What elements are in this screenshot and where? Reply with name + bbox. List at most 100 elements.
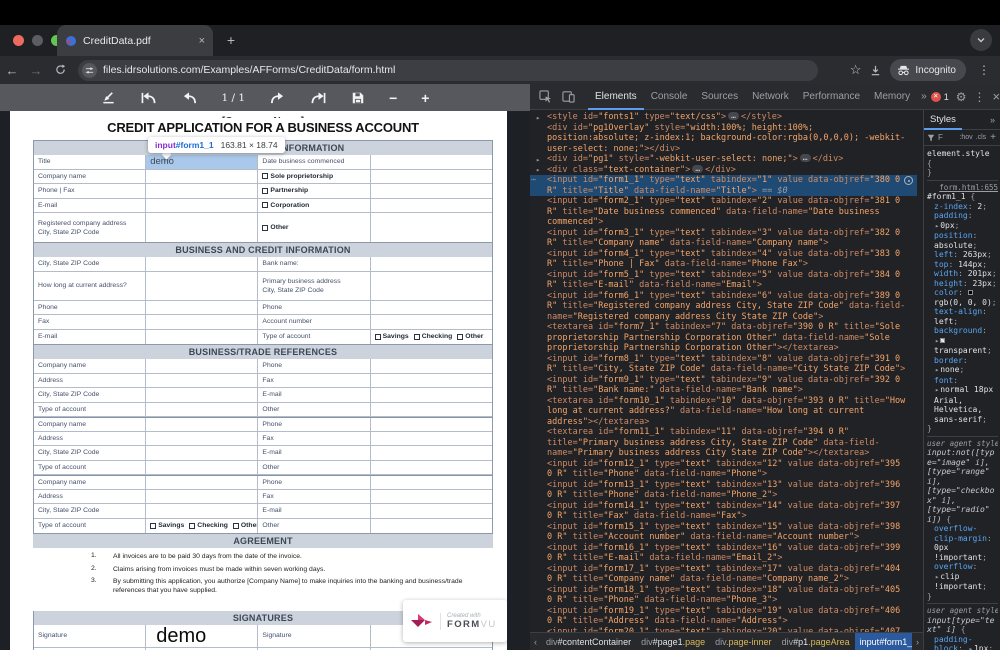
form-input[interactable] (146, 170, 258, 184)
dom-tree-node[interactable]: <input id="form16_1" type="text" tabinde… (530, 543, 917, 564)
checkbox-option[interactable]: Sole proprietorship (262, 173, 333, 180)
minimize-window-button[interactable] (32, 35, 43, 46)
style-property[interactable]: padding-block: ▸1px; (927, 635, 998, 650)
devtools-settings-icon[interactable]: ⚙ (956, 90, 967, 104)
checkbox-icon[interactable] (150, 523, 156, 529)
browser-menu-icon[interactable]: ⋮ (974, 63, 994, 77)
form-input[interactable] (371, 257, 492, 271)
style-property[interactable]: padding: ▸0px; (927, 211, 998, 231)
breadcrumb-item[interactable]: input#form1_1 (855, 633, 912, 650)
dom-tree-node[interactable]: ▸<div id="pg1" style="-webkit-user-selec… (530, 154, 917, 165)
device-toolbar-button[interactable] (557, 90, 580, 103)
form-input[interactable] (146, 432, 258, 446)
form-input[interactable] (371, 418, 492, 431)
checkbox-icon[interactable] (457, 334, 463, 340)
save-button[interactable] (351, 91, 365, 105)
checkbox-option[interactable]: Checking (189, 522, 228, 529)
style-property[interactable]: color: rgb(0, 0, 0); (927, 288, 998, 307)
dom-tree-node[interactable]: <input id="form14_1" type="text" tabinde… (530, 501, 917, 522)
devtools-tab-elements[interactable]: Elements (588, 84, 644, 110)
checkbox-option[interactable]: Savings (150, 522, 184, 529)
back-button[interactable]: ← (0, 63, 24, 78)
form-input[interactable] (146, 272, 258, 300)
dom-tree-node[interactable]: ▸<div class="text-container">…</div> (530, 165, 917, 176)
form-input[interactable] (146, 374, 258, 388)
dom-tree-node[interactable]: ▸<style id="fonts1" type="text/css">…</s… (530, 112, 917, 123)
redo-button[interactable] (269, 91, 286, 105)
form-input[interactable] (371, 155, 492, 169)
dom-tree-node[interactable]: <input id="form3_1" type="text" tabindex… (530, 228, 917, 249)
form-input[interactable] (371, 272, 492, 300)
style-rule[interactable]: user agent stylesheetinput:not([type="im… (927, 439, 998, 605)
form-input[interactable] (371, 403, 492, 417)
tab-search-button[interactable] (970, 29, 992, 51)
new-tab-button[interactable]: + (222, 31, 240, 49)
zoom-in-button[interactable]: + (421, 91, 429, 105)
style-rule[interactable]: user agent stylesheetinput[type="text" i… (927, 606, 998, 650)
address-bar[interactable]: files.idrsolutions.com/Examples/AFForms/… (78, 60, 818, 81)
dom-tree-node[interactable]: <input id="form1_1" type="text" tabindex… (530, 175, 917, 196)
dom-tree-node[interactable]: <input id="form12_1" type="text" tabinde… (530, 459, 917, 480)
form-input[interactable] (146, 315, 258, 329)
form-input[interactable] (371, 213, 492, 242)
forward-button[interactable]: → (24, 63, 48, 78)
form-input[interactable] (146, 184, 258, 198)
form-input[interactable] (371, 315, 492, 329)
devtools-tab-memory[interactable]: Memory (867, 84, 917, 110)
style-property[interactable]: top: 144px; (927, 260, 998, 270)
dom-tree-node[interactable]: <input id="form17_1" type="text" tabinde… (530, 564, 917, 585)
style-property[interactable]: border: ▸none; (927, 356, 998, 376)
checkbox-icon[interactable] (262, 225, 268, 231)
dom-tree-node[interactable]: <textarea id="form10_1" tabindex="10" da… (530, 396, 917, 428)
inspect-element-button[interactable] (534, 90, 557, 103)
form-input[interactable] (371, 301, 492, 315)
color-swatch[interactable] (968, 290, 973, 295)
style-property[interactable]: z-index: 2; (927, 202, 998, 212)
devtools-menu-icon[interactable]: ⋮ (973, 90, 985, 104)
undo-button[interactable] (181, 91, 198, 105)
checkbox-option[interactable]: Corporation (262, 202, 309, 209)
form-input[interactable] (146, 199, 258, 213)
checkbox-option[interactable]: Other (457, 333, 483, 340)
toggle-hover-button[interactable]: :hov (959, 134, 972, 141)
form-input[interactable] (371, 432, 492, 446)
tab-styles[interactable]: Styles (924, 110, 962, 130)
form-input[interactable] (371, 504, 492, 518)
dom-tree-node[interactable]: <textarea id="form7_1" tabindex="7" data… (530, 322, 917, 354)
checkbox-option[interactable]: Partnership (262, 187, 308, 194)
checkbox-icon[interactable] (262, 173, 268, 179)
style-rule[interactable]: form.html:655#form1_1 {z-index: 2;paddin… (927, 183, 998, 437)
first-page-button[interactable] (140, 91, 157, 105)
checkbox-option[interactable]: Other (233, 522, 259, 529)
dom-tree-node[interactable]: <input id="form20_1" type="text" tabinde… (530, 627, 917, 633)
styles-filter-input[interactable]: F (938, 133, 943, 142)
checkbox-icon[interactable] (189, 523, 195, 529)
breadcrumb-item[interactable]: div#contentContainer (541, 633, 636, 650)
style-property[interactable]: font: ▸normal 18px Arial, Helvetica, san… (927, 376, 998, 425)
last-page-button[interactable] (310, 91, 327, 105)
form-input[interactable] (371, 490, 492, 504)
form-input[interactable] (371, 388, 492, 402)
style-property[interactable]: height: 23px; (927, 279, 998, 289)
devtools-close-icon[interactable]: × (992, 89, 1000, 104)
style-property[interactable]: position: absolute; (927, 231, 998, 250)
breadcrumb-item[interactable]: div#p1.pageArea (777, 633, 855, 650)
form-input[interactable] (371, 184, 492, 198)
style-property[interactable]: overflow: ▸clip !important; (927, 562, 998, 592)
bookmark-star-icon[interactable]: ☆ (850, 62, 862, 78)
style-source-link[interactable]: form.html:655 (927, 183, 998, 193)
form-input[interactable] (146, 504, 258, 518)
close-window-button[interactable] (13, 35, 24, 46)
checkbox-icon[interactable] (375, 334, 381, 340)
checkbox-icon[interactable] (233, 523, 239, 529)
checkbox-icon[interactable] (262, 202, 268, 208)
form-input[interactable] (371, 359, 492, 373)
form-input[interactable] (146, 330, 258, 345)
form-input[interactable] (146, 403, 258, 417)
devtools-tab-console[interactable]: Console (644, 84, 695, 110)
url-text[interactable]: files.idrsolutions.com/Examples/AFForms/… (103, 64, 395, 76)
dom-tree-node[interactable]: <input id="form6_1" type="text" tabindex… (530, 291, 917, 323)
dom-tree-node[interactable]: <input id="form5_1" type="text" tabindex… (530, 270, 917, 291)
dom-tree-node[interactable]: <input id="form9_1" type="text" tabindex… (530, 375, 917, 396)
style-property[interactable]: overflow-clip-margin: 0px !important; (927, 524, 998, 562)
